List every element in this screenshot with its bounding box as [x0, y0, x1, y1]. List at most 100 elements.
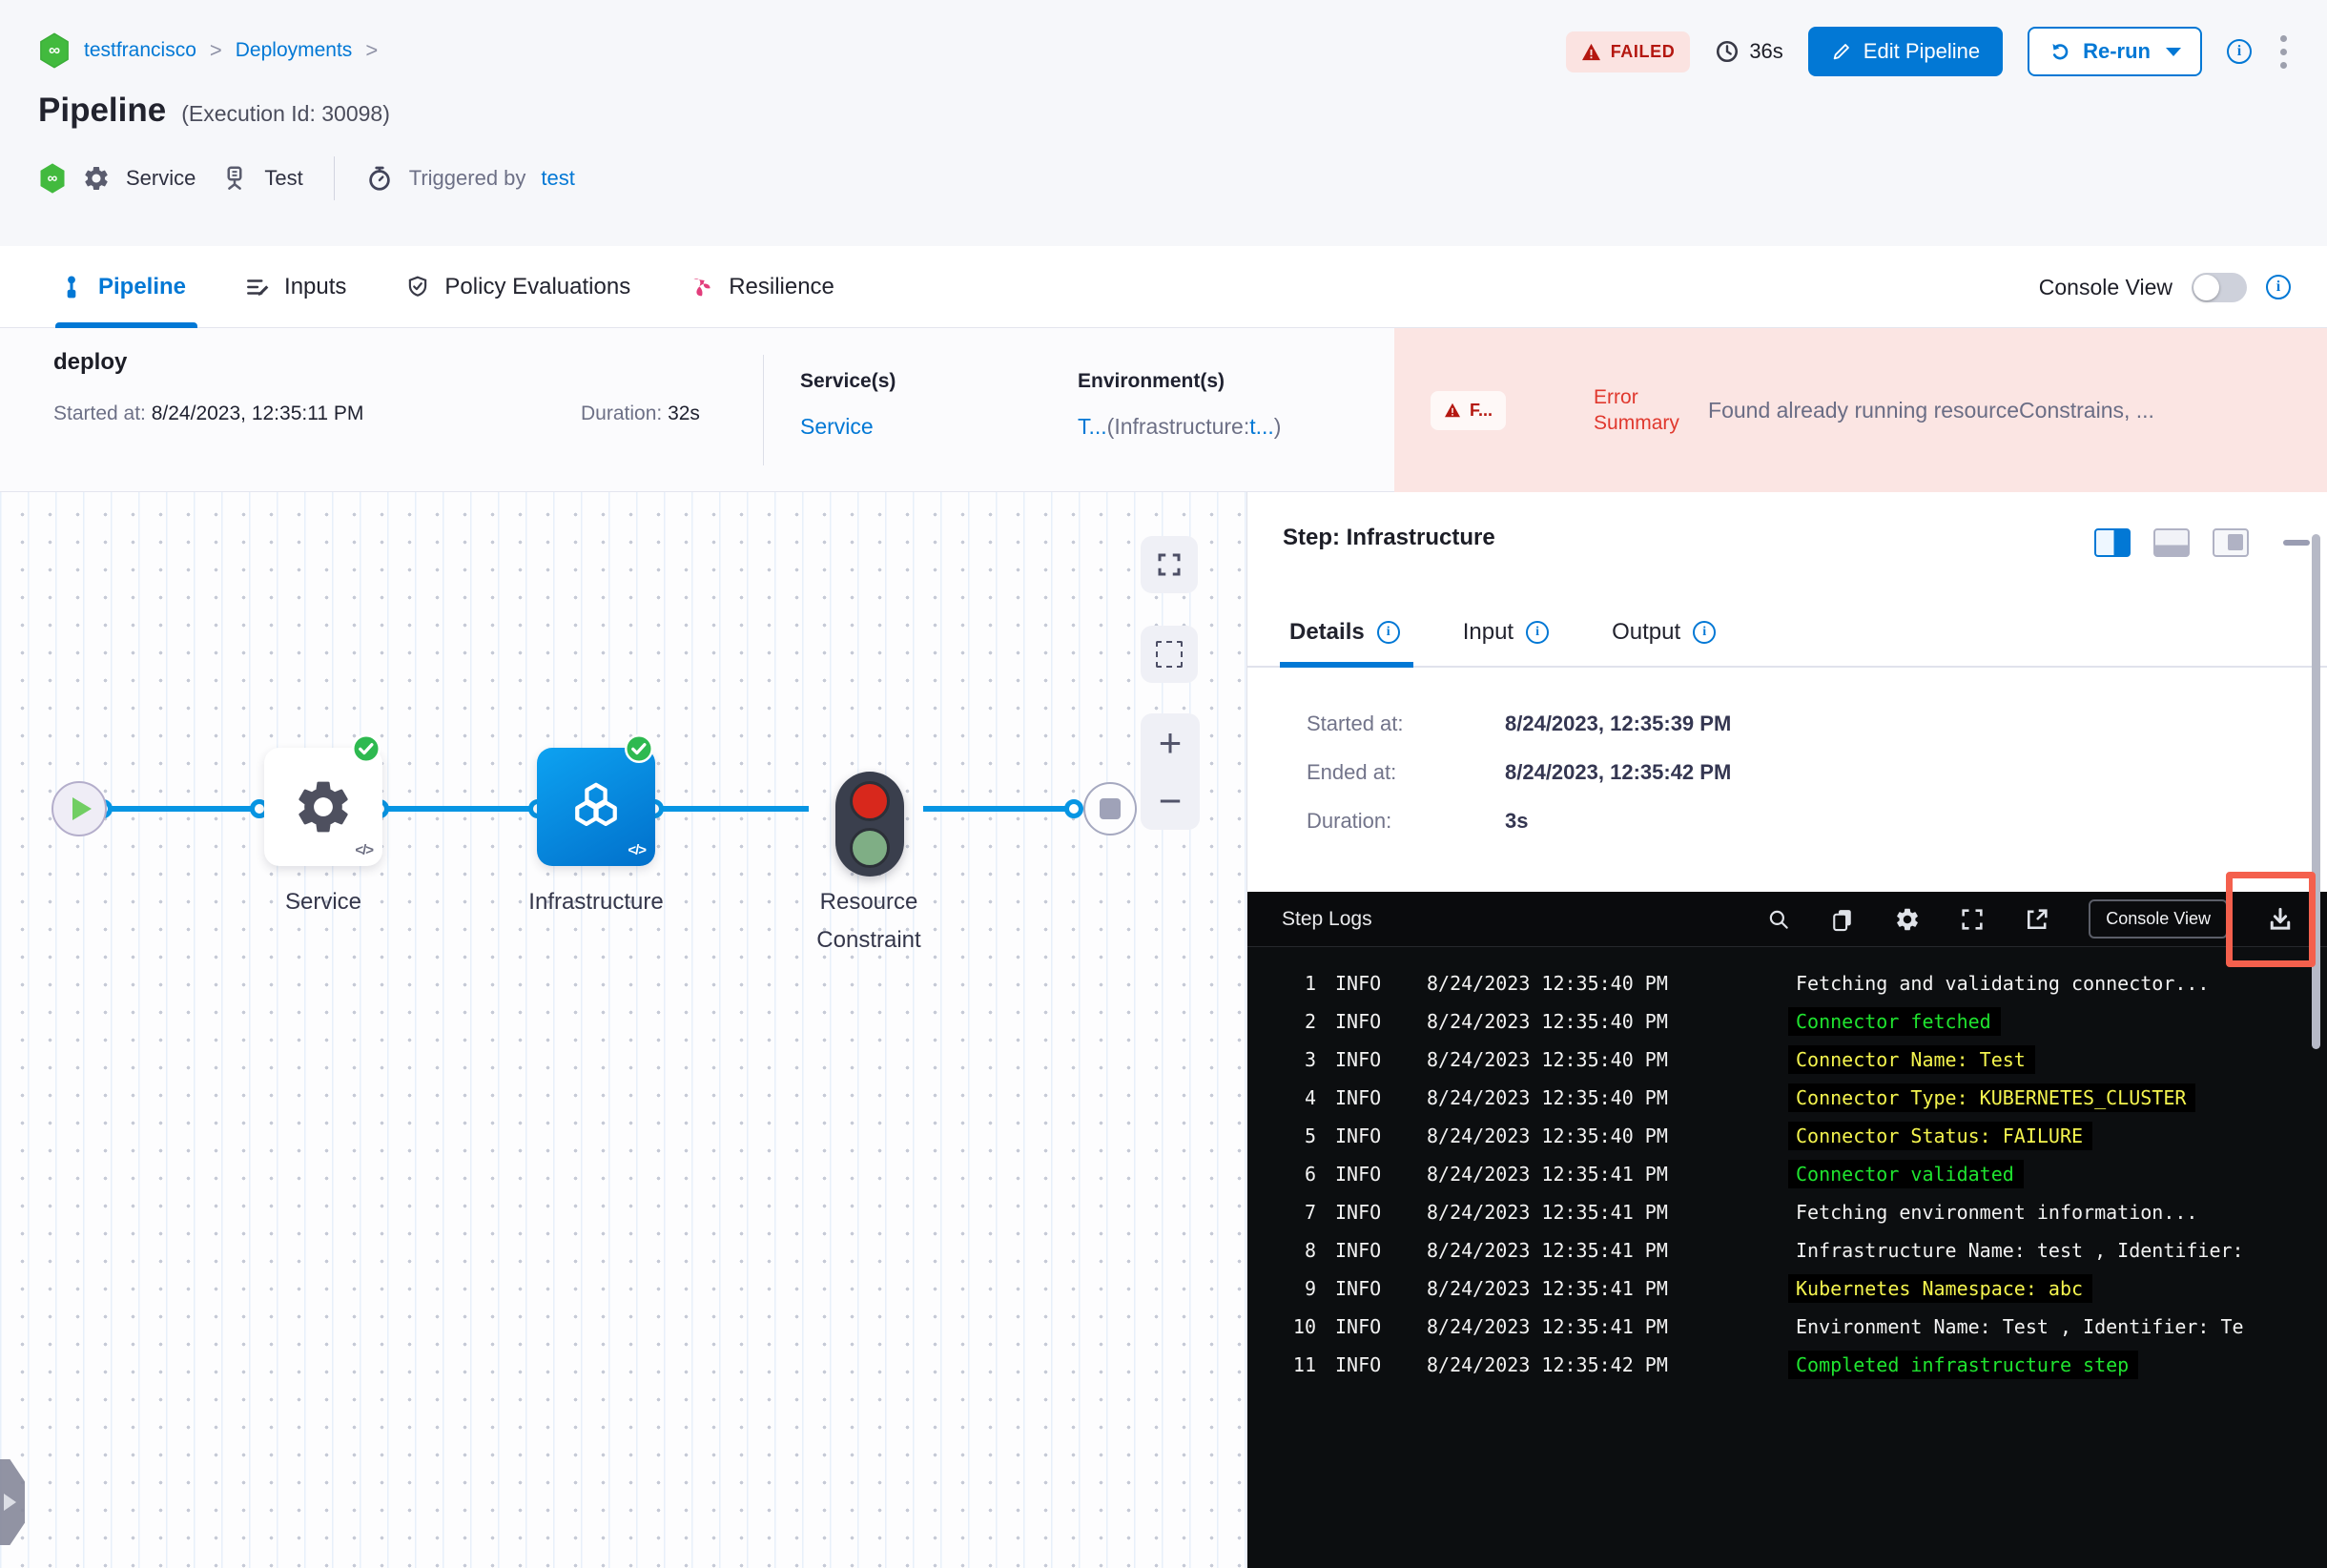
service-step-node[interactable]: </>	[264, 748, 382, 866]
search-icon[interactable]	[1766, 907, 1791, 932]
code-marker: </>	[355, 842, 374, 858]
zoom-in-button[interactable]: +	[1159, 722, 1183, 763]
tab-details[interactable]: Details	[1280, 599, 1413, 668]
stage-name[interactable]: deploy	[53, 349, 127, 376]
service-link[interactable]: Service	[800, 414, 874, 439]
open-external-icon[interactable]	[2024, 906, 2050, 933]
log-level: INFO	[1335, 1048, 1382, 1071]
copy-icon[interactable]	[1829, 906, 1856, 933]
trigger-user-link[interactable]: test	[541, 166, 574, 191]
tab-output-label: Output	[1612, 619, 1681, 645]
pipeline-graph-canvas[interactable]: </> </> Service Infrastructure Resource …	[0, 492, 1247, 1568]
svg-text:∞: ∞	[48, 170, 58, 186]
canvas-edge-expand-handle[interactable]	[0, 1459, 25, 1545]
pipeline-end-node[interactable]	[1083, 782, 1137, 836]
stop-icon	[1100, 798, 1121, 819]
log-level: INFO	[1335, 1353, 1382, 1376]
breadcrumb-project[interactable]: testfrancisco	[84, 39, 196, 62]
failed-short-badge: F...	[1431, 390, 1507, 430]
step-details-panel: Step: Infrastructure Details Input Outpu…	[1247, 492, 2327, 1568]
environment-infra-label: (Infrastructure:	[1106, 414, 1250, 439]
divider	[333, 156, 335, 200]
layout-bottom-split-button[interactable]	[2153, 528, 2190, 557]
infrastructure-step-node[interactable]: </>	[537, 748, 655, 866]
log-level: INFO	[1335, 1201, 1382, 1224]
tab-inputs[interactable]: Inputs	[245, 246, 346, 328]
canvas-fit-view-button[interactable]	[1141, 536, 1198, 593]
details-info-icon[interactable]	[1376, 621, 1400, 644]
log-settings-gear-icon[interactable]	[1894, 906, 1921, 933]
infrastructure-link[interactable]: t...	[1249, 414, 1274, 439]
environment-value[interactable]: T...(Infrastructure:t...)	[1078, 414, 1281, 440]
tab-pipeline[interactable]: Pipeline	[54, 246, 198, 328]
pencil-icon	[1833, 44, 1849, 60]
resource-constraint-node[interactable]	[835, 772, 904, 877]
layout-floating-button[interactable]	[2213, 528, 2249, 557]
output-info-icon[interactable]	[1693, 621, 1717, 644]
chevron-right-icon	[4, 1494, 16, 1511]
environment-icon	[227, 166, 242, 190]
inputs-tab-icon	[247, 279, 269, 296]
meta-environment-label: Test	[264, 166, 303, 190]
console-view-toggle[interactable]	[2192, 272, 2247, 302]
rerun-button[interactable]: Re-run	[2028, 27, 2202, 76]
tab-input[interactable]: Input	[1463, 599, 1550, 666]
zoom-out-button[interactable]: −	[1159, 780, 1183, 821]
log-level: INFO	[1335, 1124, 1382, 1147]
log-message: Connector validated	[1788, 1160, 2024, 1188]
tab-output[interactable]: Output	[1612, 599, 1717, 666]
layout-right-split-button[interactable]	[2094, 528, 2131, 557]
pipeline-start-node[interactable]	[51, 781, 107, 836]
svg-text:∞: ∞	[49, 41, 60, 59]
log-level: INFO	[1335, 972, 1382, 995]
rerun-info-icon[interactable]	[2227, 39, 2252, 64]
log-line: 6 INFO 8/24/2023 12:35:41 PM Connector v…	[1247, 1155, 2327, 1193]
log-level: INFO	[1335, 1239, 1382, 1262]
expand-fullscreen-icon[interactable]	[1959, 906, 1986, 933]
error-summary-message: Found already running resourceConstrains…	[1708, 397, 2154, 423]
step-ended-label: Ended at:	[1307, 760, 1397, 784]
services-header: Service(s)	[800, 370, 896, 392]
log-line: 11 INFO 8/24/2023 12:35:42 PM Completed …	[1247, 1346, 2327, 1384]
step-detail-rows: Started at: 8/24/2023, 12:35:39 PM Ended…	[1307, 712, 1731, 857]
step-logs-header: Step Logs Console View	[1247, 892, 2327, 947]
panel-layout-controls	[2094, 528, 2310, 557]
stopwatch-icon	[368, 166, 390, 191]
log-line: 1 INFO 8/24/2023 12:35:40 PM Fetching an…	[1247, 964, 2327, 1002]
log-timestamp: 8/24/2023 12:35:40 PM	[1427, 1086, 1668, 1109]
environment-link[interactable]: T...	[1078, 414, 1107, 439]
panel-scrollbar-thumb[interactable]	[2312, 534, 2320, 1049]
play-icon	[72, 797, 92, 820]
log-timestamp: 8/24/2023 12:35:41 PM	[1427, 1315, 1668, 1338]
tab-inputs-label: Inputs	[284, 274, 347, 299]
warning-icon	[1445, 402, 1460, 418]
log-line-number: 11	[1292, 1353, 1316, 1376]
tab-policy-evaluations-label: Policy Evaluations	[444, 274, 631, 299]
log-level: INFO	[1335, 1086, 1382, 1109]
breadcrumb-deployments[interactable]: Deployments	[236, 39, 353, 62]
execution-content: </> </> Service Infrastructure Resource …	[0, 492, 2327, 1568]
tab-resilience[interactable]: Resilience	[690, 246, 834, 328]
log-timestamp: 8/24/2023 12:35:41 PM	[1427, 1163, 1668, 1186]
tab-policy-evaluations[interactable]: Policy Evaluations	[405, 246, 630, 328]
more-options-menu[interactable]	[2276, 31, 2291, 72]
edit-pipeline-button[interactable]: Edit Pipeline	[1807, 27, 2004, 76]
log-line-number: 4	[1304, 1086, 1316, 1109]
rerun-caret-icon[interactable]	[2166, 47, 2181, 56]
panel-minimize-button[interactable]	[2283, 540, 2310, 546]
console-view-info-icon[interactable]	[2266, 275, 2291, 299]
failed-short-label: F...	[1470, 400, 1493, 420]
log-line-number: 5	[1304, 1124, 1316, 1147]
connector-endpoint	[1064, 799, 1083, 818]
resilience-icon	[693, 279, 710, 297]
fullscreen-icon	[1158, 553, 1181, 576]
canvas-select-button[interactable]	[1141, 626, 1198, 683]
log-level: INFO	[1335, 1277, 1382, 1300]
log-console-view-button[interactable]: Console View	[2089, 899, 2228, 939]
input-info-icon[interactable]	[1526, 621, 1550, 644]
log-timestamp: 8/24/2023 12:35:40 PM	[1427, 1124, 1668, 1147]
policy-shield-icon	[409, 276, 427, 297]
step-log-lines[interactable]: 1 INFO 8/24/2023 12:35:40 PM Fetching an…	[1247, 947, 2327, 1568]
success-check-icon	[625, 734, 653, 763]
log-line-number: 2	[1304, 1010, 1316, 1033]
